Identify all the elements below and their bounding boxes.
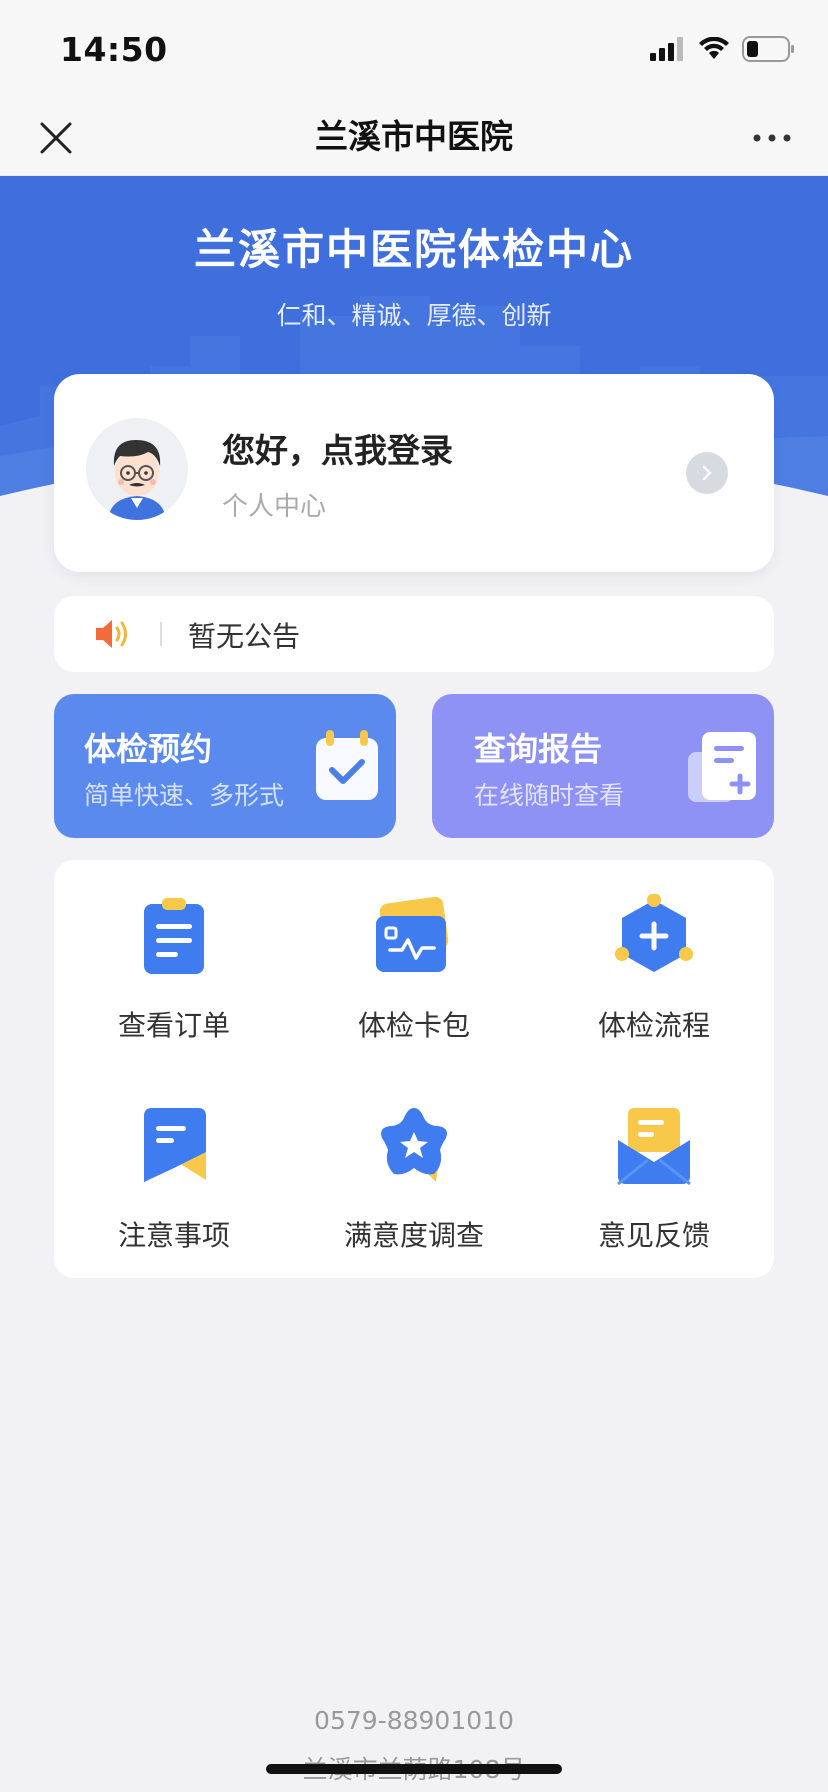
query-report-card[interactable]: 查询报告 在线随时查看 xyxy=(432,694,774,838)
hero-title: 兰溪市中医院体检中心 xyxy=(193,225,634,274)
query-report-subtitle: 在线随时查看 xyxy=(474,781,625,810)
nav-bar: 兰溪市中医院 xyxy=(0,96,828,176)
hero-subtitle: 仁和、精诚、厚德、创新 xyxy=(276,301,552,330)
star-badge-icon xyxy=(381,1108,447,1182)
status-icons xyxy=(650,34,796,64)
speaker-icon xyxy=(96,620,127,648)
grid-label: 满意度调查 xyxy=(343,1219,484,1252)
status-time: 14:50 xyxy=(60,30,168,69)
calendar-check-icon xyxy=(316,730,378,800)
grid-item-satisfaction-survey[interactable]: 满意度调查 xyxy=(294,1070,534,1252)
more-button[interactable] xyxy=(744,114,800,162)
wifi-icon xyxy=(699,37,729,59)
exam-booking-card[interactable]: 体检预约 简单快速、多形式 xyxy=(54,694,396,838)
hexagon-plus-icon xyxy=(615,894,693,972)
grid-label: 意见反馈 xyxy=(597,1219,710,1252)
login-arrow[interactable] xyxy=(686,452,728,494)
avatar xyxy=(86,418,188,520)
notice-text: 暂无公告 xyxy=(188,620,301,653)
notice-divider xyxy=(160,622,162,646)
signal-icon xyxy=(650,37,683,61)
notice-bar[interactable]: 暂无公告 xyxy=(54,596,774,672)
service-grid: 查看订单 体检卡包 体检流程 注意事项 满意度调查 意见反馈 xyxy=(54,860,774,1278)
clipboard-icon xyxy=(144,898,204,974)
grid-item-card-wallet[interactable]: 体检卡包 xyxy=(294,860,534,1042)
login-title: 您好，点我登录 xyxy=(222,431,453,470)
home-indicator xyxy=(266,1764,562,1774)
grid-label: 查看订单 xyxy=(117,1009,230,1042)
card-wallet-icon xyxy=(376,896,449,972)
grid-label: 注意事项 xyxy=(117,1219,230,1252)
page-title: 兰溪市中医院 xyxy=(315,117,513,156)
envelope-icon xyxy=(617,1108,691,1186)
exam-booking-title: 体检预约 xyxy=(84,730,213,768)
login-card[interactable]: 您好，点我登录 个人中心 xyxy=(54,374,774,572)
more-dots-icon xyxy=(753,134,791,142)
user-avatar-icon xyxy=(108,440,166,520)
bookmark-note-icon xyxy=(144,1108,206,1182)
grid-item-feedback[interactable]: 意见反馈 xyxy=(534,1070,774,1252)
grid-item-exam-process[interactable]: 体检流程 xyxy=(534,860,774,1042)
status-bar: 14:50 xyxy=(0,0,828,96)
grid-label: 体检卡包 xyxy=(357,1009,470,1042)
grid-item-notes[interactable]: 注意事项 xyxy=(54,1070,294,1252)
battery-icon xyxy=(742,36,794,62)
query-report-title: 查询报告 xyxy=(474,730,603,768)
grid-label: 体检流程 xyxy=(597,1009,710,1042)
exam-booking-subtitle: 简单快速、多形式 xyxy=(84,781,285,810)
login-subtitle: 个人中心 xyxy=(222,492,327,522)
grid-item-view-orders[interactable]: 查看订单 xyxy=(54,860,294,1042)
footer-phone[interactable]: 0579-88901010 xyxy=(0,1706,828,1735)
chevron-right-icon xyxy=(702,465,712,481)
report-document-icon xyxy=(688,732,756,802)
